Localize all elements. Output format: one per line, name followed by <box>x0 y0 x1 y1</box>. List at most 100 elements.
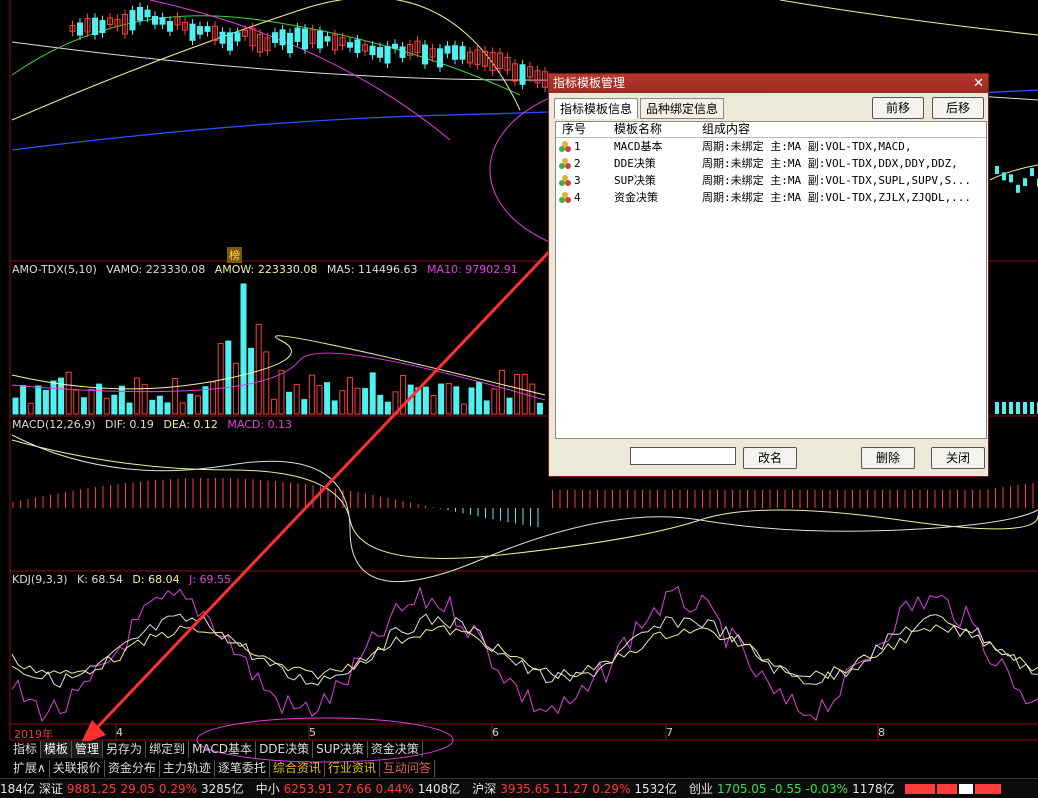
amo-vamo: VAMO: 223330.08 <box>106 263 206 276</box>
candle-body <box>324 36 331 42</box>
candle-body <box>1016 184 1020 193</box>
tab-general-news[interactable]: 综合资讯 <box>270 760 325 777</box>
move-down-button[interactable]: 后移 <box>932 97 984 119</box>
status-zx-name[interactable]: 中小 <box>256 780 280 797</box>
template-macd-basic[interactable]: MACD基本 <box>189 741 257 758</box>
candle-body <box>437 48 443 68</box>
kdj-j: J: 69.55 <box>189 573 232 586</box>
list-item[interactable]: 2 DDE决策 周期:未绑定 主:MA 副:VOL-TDX,DDX,DDY,DDZ, <box>556 155 986 172</box>
candle-body <box>137 6 143 21</box>
ma-line-yellow-right <box>779 0 1038 36</box>
index-status-bar: 184亿 深证 9881.25 29.05 0.29% 3285亿 中小 625… <box>0 778 1038 798</box>
volume-bar <box>126 402 133 415</box>
tab-save-as[interactable]: 另存为 <box>103 741 147 758</box>
tab-bind-to[interactable]: 绑定到 <box>146 741 190 758</box>
status-hs-pct: 0.29% <box>592 781 631 796</box>
candle-body <box>422 44 428 65</box>
move-up-button[interactable]: 前移 <box>872 97 924 119</box>
volume-bar <box>96 383 103 415</box>
tab-template[interactable]: 模板 <box>41 741 73 758</box>
list-item[interactable]: 4 资金决策 周期:未绑定 主:MA 副:VOL-TDX,ZJLX,ZJQDL,..… <box>556 189 986 206</box>
list-item[interactable]: 1 MACD基本 周期:未绑定 主:MA 副:VOL-TDX,MACD, <box>556 138 986 155</box>
candle-body <box>519 64 526 85</box>
tab-binding-info[interactable]: 品种绑定信息 <box>640 98 725 119</box>
tab-template-info[interactable]: 指标模板信息 <box>554 98 639 119</box>
volume-bar <box>331 400 338 415</box>
volume-bar <box>491 388 498 415</box>
row-content: 周期:未绑定 主:MA 副:VOL-TDX,ZJLX,ZJQDL,... <box>702 191 972 204</box>
volume-bar <box>20 385 27 415</box>
template-icon <box>559 175 571 186</box>
candle-body <box>189 23 196 41</box>
col-no[interactable]: 序号 <box>562 122 586 137</box>
template-dde[interactable]: DDE决策 <box>256 741 314 758</box>
candle-body <box>452 45 458 60</box>
status-sz-name[interactable]: 深证 <box>39 780 63 797</box>
status-cy-name[interactable]: 创业 <box>689 780 713 797</box>
volume-bar <box>202 386 209 415</box>
row-content: 周期:未绑定 主:MA 副:VOL-TDX,MACD, <box>702 140 912 153</box>
tab-interactive-qa[interactable]: 互动问答 <box>380 760 435 777</box>
ma-line-magenta <box>149 0 451 141</box>
rename-button[interactable]: 改名 <box>743 447 797 469</box>
row-no: 4 <box>574 191 581 204</box>
volume-bar <box>293 384 300 415</box>
macd-dea: DEA: 0.12 <box>163 418 218 431</box>
tab-related-quotes[interactable]: 关联报价 <box>50 760 105 777</box>
date-axis-month-6: 6 <box>492 726 499 739</box>
tab-industry-news[interactable]: 行业资讯 <box>325 760 380 777</box>
tab-tick-orders[interactable]: 逐笔委托 <box>215 760 270 777</box>
date-axis-month-5: 5 <box>309 726 316 739</box>
volume-bar <box>369 372 376 415</box>
volume-bar <box>483 400 490 415</box>
dialog-title: 指标模板管理 <box>553 76 626 90</box>
volume-bar <box>232 362 239 415</box>
status-sz-change: 29.05 <box>120 781 155 796</box>
volume-bar <box>460 403 467 415</box>
status-zx-pct: 0.44% <box>375 781 414 796</box>
template-manager-dialog: 指标模板管理 ✕ 指标模板信息 品种绑定信息 前移 后移 序号 模板名称 组成内… <box>548 73 989 477</box>
candle-body <box>392 43 398 49</box>
volume-bar <box>995 402 999 414</box>
volume-bar <box>179 402 186 415</box>
volume-bar <box>324 382 331 415</box>
kdj-k-line <box>11 613 1038 689</box>
kdj-indicator-legend: KDJ(9,3,3) K: 68.54 D: 68.04 J: 69.55 <box>12 573 237 586</box>
col-name[interactable]: 模板名称 <box>614 122 662 137</box>
candle-body <box>272 32 278 43</box>
tab-indicator[interactable]: 指标 <box>10 741 42 758</box>
close-button[interactable]: 关闭 <box>931 447 985 469</box>
template-fund[interactable]: 资金决策 <box>368 741 423 758</box>
row-name: MACD基本 <box>614 140 663 153</box>
tab-expand[interactable]: 扩展∧ <box>10 760 50 777</box>
volume-bar <box>255 323 262 415</box>
volume-bar <box>362 388 369 415</box>
volume-bar <box>134 377 141 415</box>
tab-fund-distribution[interactable]: 资金分布 <box>105 760 160 777</box>
template-sup[interactable]: SUP决策 <box>313 741 368 758</box>
volume-bar <box>118 385 125 415</box>
status-hs-name[interactable]: 沪深 <box>472 780 496 797</box>
candle-body <box>77 22 83 36</box>
volume-bar <box>506 397 513 415</box>
tab-manage[interactable]: 管理 <box>72 741 104 758</box>
candle-body <box>294 27 301 42</box>
template-name-input[interactable] <box>630 447 736 465</box>
delete-button[interactable]: 删除 <box>861 447 915 469</box>
volume-bar <box>453 386 460 415</box>
macd-name: MACD(12,26,9) <box>12 418 96 431</box>
close-icon[interactable]: ✕ <box>973 74 984 93</box>
volume-bar <box>438 383 445 415</box>
date-axis-month-8: 8 <box>878 726 885 739</box>
list-item[interactable]: 3 SUP决策 周期:未绑定 主:MA 副:VOL-TDX,SUPL,SUPV,S.… <box>556 172 986 189</box>
dialog-titlebar[interactable]: 指标模板管理 ✕ <box>549 74 988 93</box>
tab-main-force[interactable]: 主力轨迹 <box>160 760 215 777</box>
volume-bar <box>430 395 437 415</box>
amo-ma5: MA5: 114496.63 <box>326 263 418 276</box>
template-list[interactable]: 序号 模板名称 组成内容 1 MACD基本 周期:未绑定 主:MA 副:VOL-TD… <box>555 121 987 439</box>
volume-bar <box>65 371 72 415</box>
row-content: 周期:未绑定 主:MA 副:VOL-TDX,DDX,DDY,DDZ, <box>702 157 958 170</box>
candle-body <box>995 166 999 175</box>
col-content[interactable]: 组成内容 <box>702 122 750 137</box>
candle-body <box>1030 168 1034 177</box>
